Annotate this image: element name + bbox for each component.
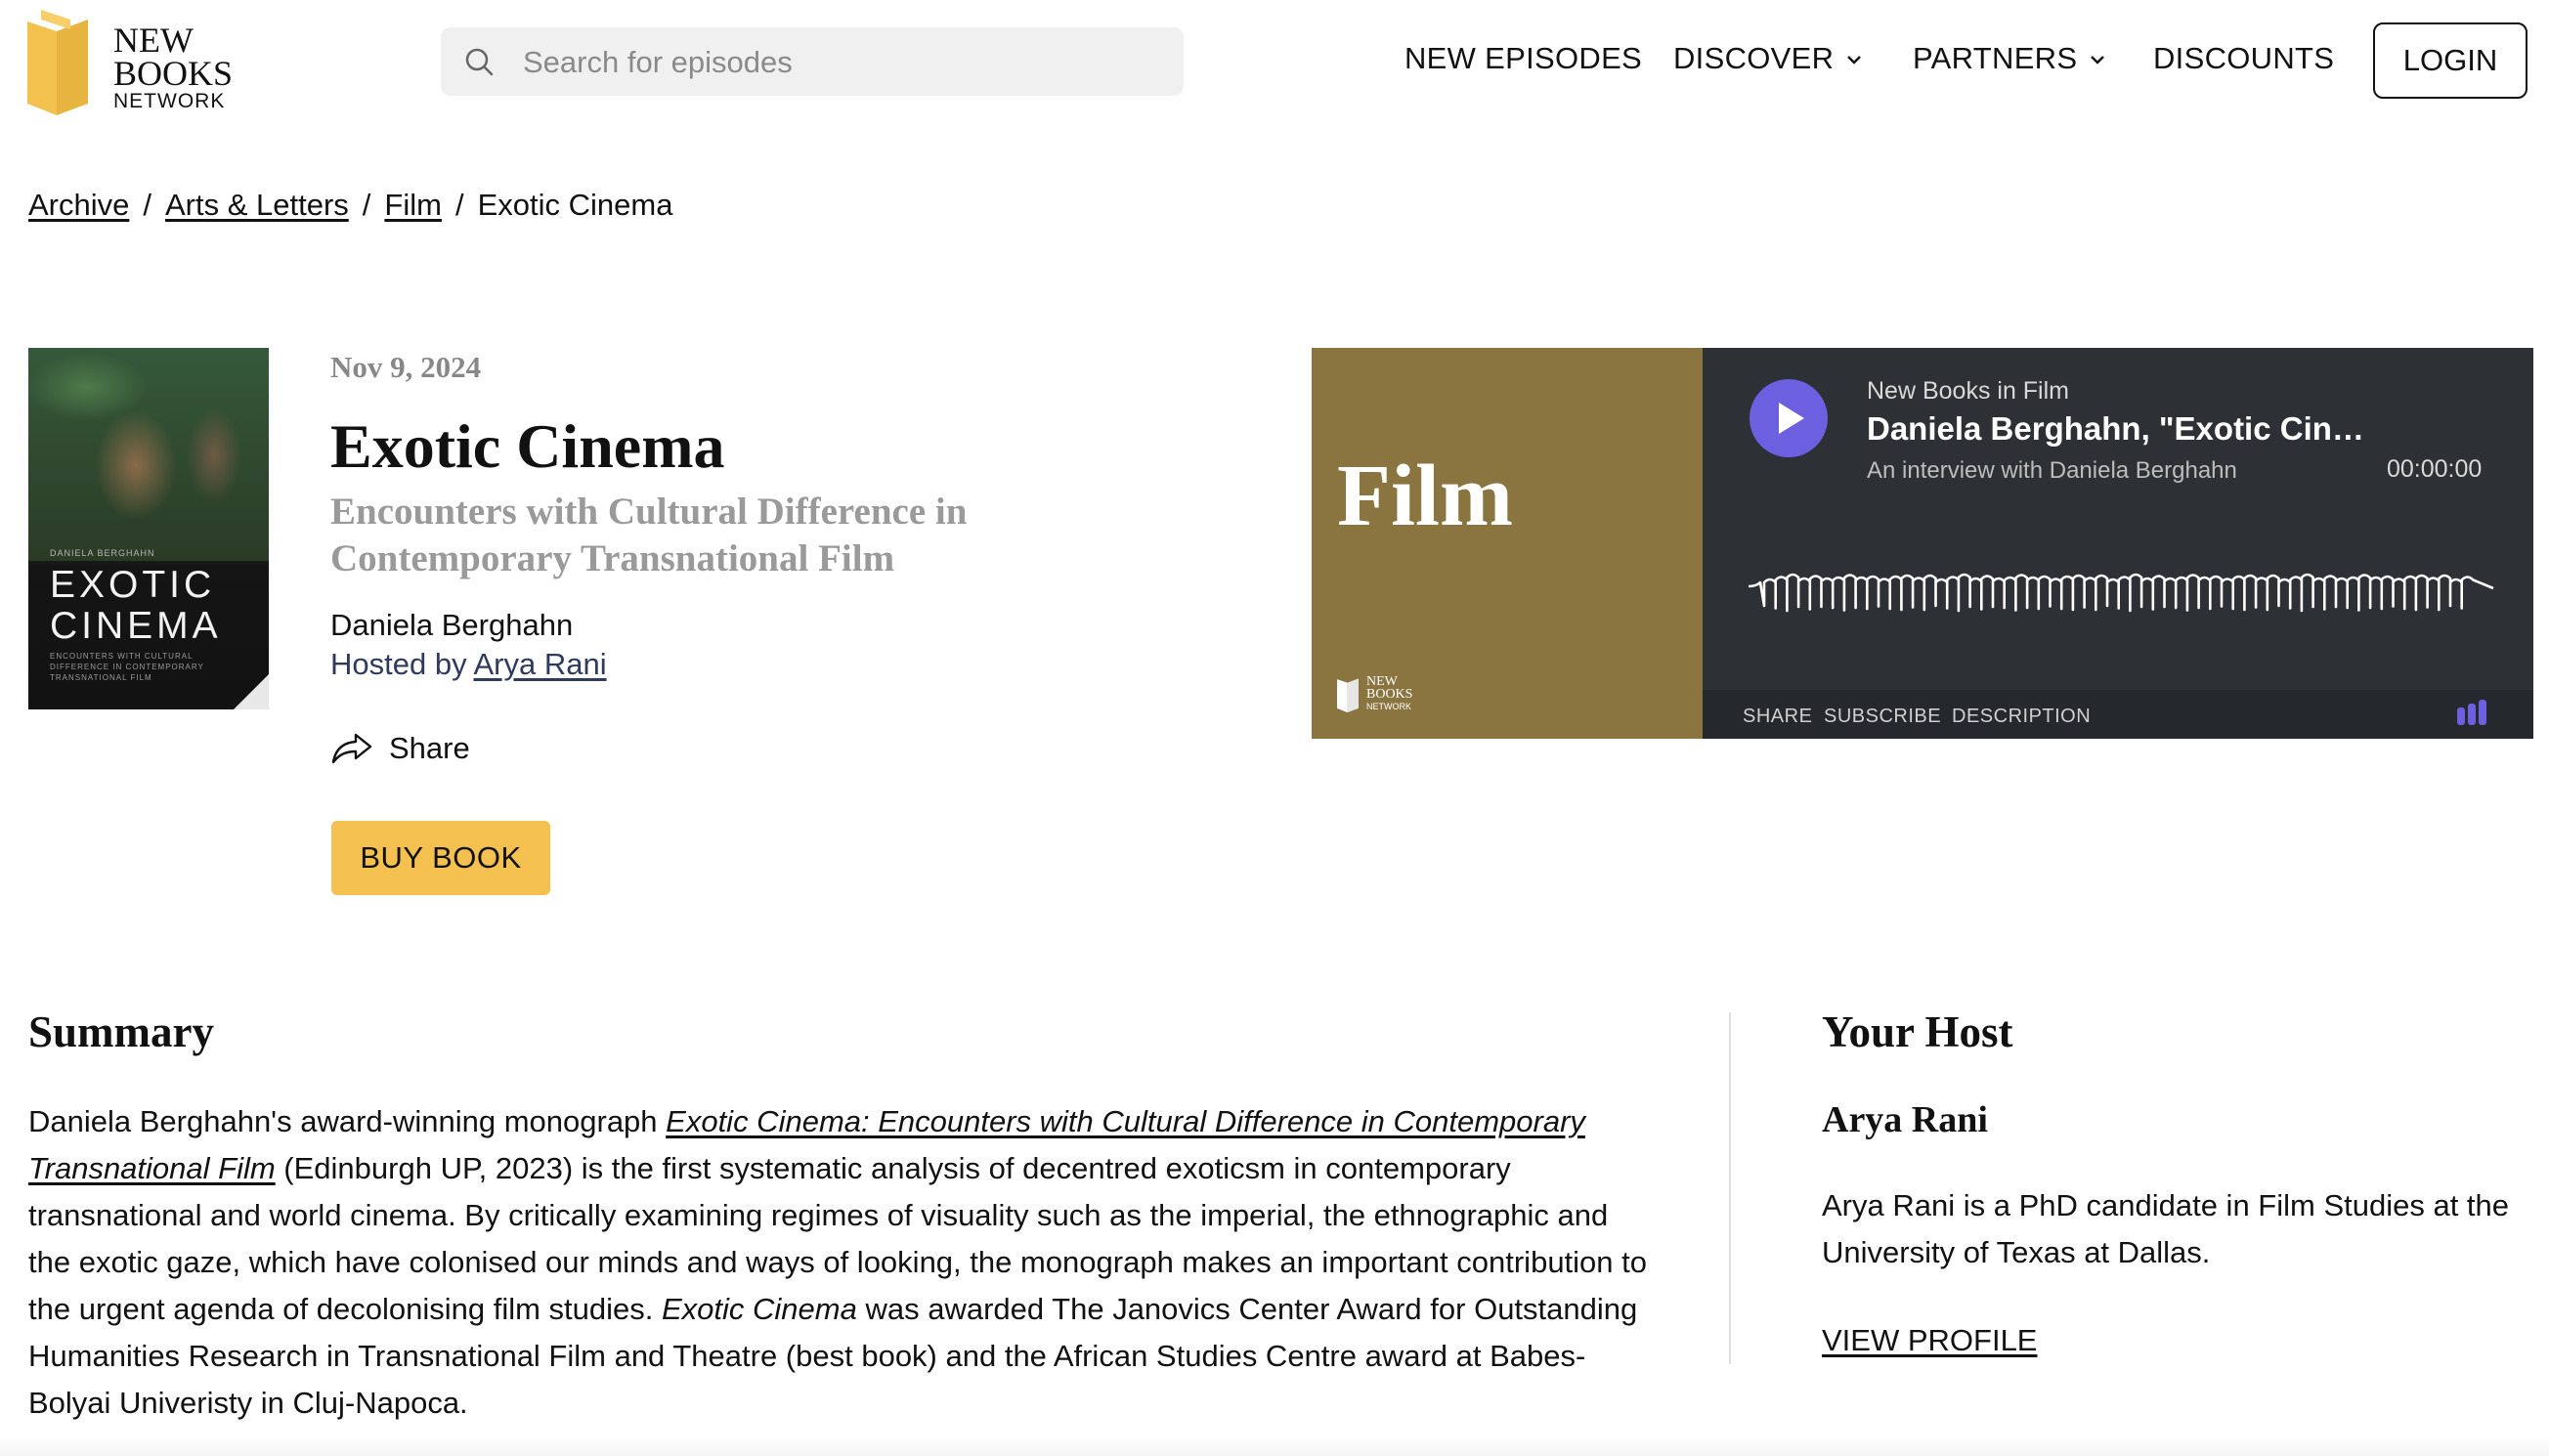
nav-new-episodes[interactable]: NEW EPISODES — [1404, 41, 1642, 76]
player-logo-line3: NETWORK — [1366, 701, 1411, 711]
player-show-name: New Books in Film — [1867, 377, 2069, 405]
player-artwork: Film NEW BOOKS NETWORK — [1312, 348, 1703, 739]
page-curl — [234, 674, 269, 709]
hosted-by: Hosted by Arya Rani — [330, 647, 607, 682]
nav-discounts[interactable]: DISCOUNTS — [2153, 41, 2334, 76]
nav-partners-label: PARTNERS — [1913, 41, 2078, 75]
search-bar — [441, 27, 1184, 98]
chevron-down-icon — [1847, 56, 1862, 65]
player-logo-line1: NEW — [1366, 673, 1398, 689]
cover-title-line1: EXOTIC — [50, 564, 216, 606]
episode-subtitle: Encounters with Cultural Difference in C… — [330, 491, 968, 579]
login-button[interactable]: LOGIN — [2373, 22, 2527, 99]
search-icon — [465, 48, 494, 76]
share-icon — [331, 733, 372, 764]
logo-line1: NEW — [113, 21, 194, 60]
section-divider — [1729, 1012, 1731, 1364]
waveform-scrubber[interactable] — [1747, 553, 2499, 635]
cover-subtitle: ENCOUNTERS WITH CULTURAL DIFFERENCE IN C… — [50, 652, 204, 682]
search-input[interactable] — [521, 27, 1150, 98]
book-author: Daniela Berghahn — [330, 608, 574, 642]
summary-italic-title: Exotic Cinema — [661, 1292, 857, 1326]
player-art-title: Film — [1337, 448, 1513, 544]
share-button[interactable]: Share — [330, 731, 470, 766]
player-art-logo-text: NEW BOOKS NETWORK — [1366, 673, 1413, 713]
nav-discover[interactable]: DISCOVER — [1673, 41, 1862, 76]
summary-heading: Summary — [28, 1007, 214, 1056]
player-description-link[interactable]: DESCRIPTION — [1952, 706, 2091, 728]
cover-title-line2: CINEMA — [50, 605, 222, 647]
cover-title: EXOTIC CINEMA — [50, 565, 222, 647]
breadcrumb-film[interactable]: Film — [384, 188, 442, 222]
player-share-link[interactable]: SHARE — [1743, 706, 1812, 728]
breadcrumb-current: Exotic Cinema — [477, 188, 673, 222]
breadcrumb-arts-letters[interactable]: Arts & Letters — [165, 188, 349, 222]
audio-player: Film NEW BOOKS NETWORK New Books in Film… — [1312, 348, 2533, 739]
play-button[interactable] — [1750, 379, 1828, 457]
view-profile-link[interactable]: VIEW PROFILE — [1822, 1323, 2037, 1358]
breadcrumb-separator: / — [362, 188, 371, 222]
logo-wordmark: NEW BOOKS NETWORK — [113, 21, 234, 113]
host-link[interactable]: Arya Rani — [473, 647, 606, 681]
books-logo-icon — [1337, 678, 1359, 713]
nav-partners[interactable]: PARTNERS — [1913, 41, 2105, 76]
player-description: An interview with Daniela Berghahn — [1867, 457, 2237, 484]
logo-line2: BOOKS — [113, 54, 234, 93]
summary-text: Daniela Berghahn's award-winning monogra… — [28, 1098, 1651, 1427]
equalizer-icon[interactable] — [2455, 700, 2490, 727]
share-label: Share — [389, 731, 470, 765]
nav-discover-label: DISCOVER — [1673, 41, 1835, 75]
player-art-logo: NEW BOOKS NETWORK — [1337, 672, 1412, 715]
player-logo-line2: BOOKS — [1366, 686, 1413, 702]
chevron-down-icon — [2091, 56, 2105, 65]
player-episode-title: Daniela Berghahn, "Exotic Cinema: Encoun… — [1867, 410, 2375, 447]
summary-intro: Daniela Berghahn's award-winning monogra… — [28, 1104, 667, 1138]
host-bio: Arya Rani is a PhD candidate in Film Stu… — [1822, 1188, 2510, 1269]
hosted-by-prefix: Hosted by — [330, 647, 467, 681]
cover-author: DANIELA BERGHAHN — [50, 548, 155, 558]
logo-line3: NETWORK — [113, 90, 226, 112]
episode-date: Nov 9, 2024 — [330, 350, 482, 384]
player-time: 00:00:00 — [2387, 455, 2483, 483]
host-heading: Your Host — [1822, 1007, 2013, 1056]
host-name: Arya Rani — [1822, 1099, 1988, 1140]
books-logo-icon — [27, 10, 88, 115]
book-cover[interactable]: DANIELA BERGHAHN EXOTIC CINEMA ENCOUNTER… — [28, 348, 269, 709]
waveform-line — [1748, 573, 2494, 613]
cover-photo — [28, 348, 269, 561]
page-bottom-shade — [0, 1436, 2549, 1456]
site-logo[interactable]: NEW BOOKS NETWORK — [27, 10, 233, 117]
player-subscribe-link[interactable]: SUBSCRIBE — [1824, 706, 1941, 728]
play-icon — [1779, 403, 1804, 434]
buy-book-button[interactable]: BUY BOOK — [331, 821, 550, 895]
episode-title: Exotic Cinema — [330, 411, 725, 481]
breadcrumb-separator: / — [454, 188, 464, 222]
breadcrumb: Archive / Arts & Letters / Film / Exotic Cinem… — [28, 188, 672, 223]
breadcrumb-separator: / — [143, 188, 151, 222]
breadcrumb-archive[interactable]: Archive — [28, 188, 129, 222]
